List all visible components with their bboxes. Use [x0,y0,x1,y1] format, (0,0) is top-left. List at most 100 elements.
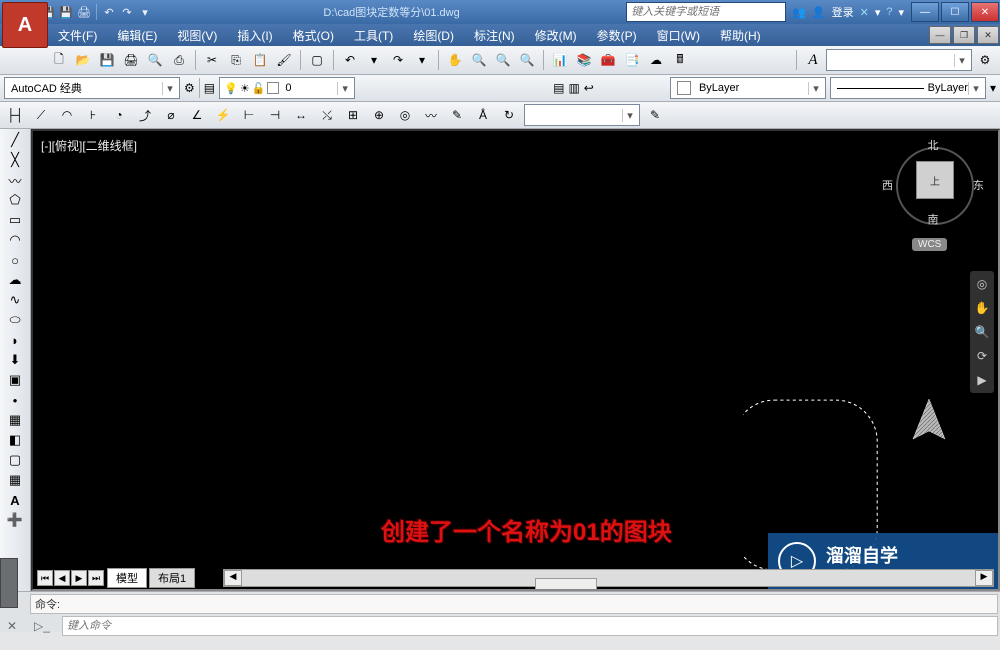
nav-pan-icon[interactable]: ✋ [973,299,991,317]
color-combo[interactable]: ByLayer▾ [670,77,826,99]
wcs-badge[interactable]: WCS [912,238,947,251]
undo2-icon[interactable]: ↶ [339,49,361,71]
cut-icon[interactable]: ✂ [201,49,223,71]
viewcube-top[interactable]: 上 [916,161,954,199]
dim-radius-icon[interactable]: ◔ [108,105,130,125]
menu-draw[interactable]: 绘图(D) [403,27,464,44]
xline-tool-icon[interactable]: ╳ [5,151,25,169]
dim-ord-icon[interactable]: ⊦ [82,105,104,125]
layer-prop-icon[interactable]: ▤ [204,81,215,95]
textstyle-combo[interactable]: ▾ [826,49,972,71]
menu-dim[interactable]: 标注(N) [464,27,525,44]
mtext-tool-icon[interactable]: A [5,491,25,509]
more-qat-icon[interactable]: ▾ [137,4,153,20]
rect-tool-icon[interactable]: ▭ [5,211,25,229]
insert-tool-icon[interactable]: ⬇ [5,351,25,369]
layer-prev-icon[interactable]: ↩ [584,81,594,95]
nav-showmotion-icon[interactable]: ▶ [973,371,991,389]
pan-icon[interactable]: ✋ [444,49,466,71]
redo-list-icon[interactable]: ▾ [411,49,433,71]
dim-break-icon[interactable]: ⤯ [316,105,338,125]
tab-layout1[interactable]: 布局1 [149,568,195,588]
minimize-button[interactable]: — [911,2,939,22]
revcloud-tool-icon[interactable]: ☁ [5,271,25,289]
menu-param[interactable]: 参数(P) [587,27,647,44]
sign-in-icon[interactable]: 👥 [792,6,806,19]
point-tool-icon[interactable]: • [5,391,25,409]
drawing-canvas[interactable]: [-][俯视][二维线框] 北 南 西 东 上 WCS ◎ ✋ 🔍 ⟳ ▶ [31,129,1000,591]
layer-combo[interactable]: 💡 ☀ 🔓 0▾ [219,77,355,99]
dim-jog-icon[interactable]: ⤴ [134,105,156,125]
ssm-icon[interactable]: 📑 [621,49,643,71]
dim-arc-icon[interactable]: ◠ [56,105,78,125]
markup-icon[interactable]: ☁ [645,49,667,71]
dim-cont-icon[interactable]: ⊣ [264,105,286,125]
menu-file[interactable]: 文件(F) [48,27,107,44]
menu-format[interactable]: 格式(O) [283,27,344,44]
doc-restore-button[interactable]: ❐ [953,26,975,44]
menu-tools[interactable]: 工具(T) [344,27,403,44]
nav-orbit-icon[interactable]: ⟳ [973,347,991,365]
addsel-tool-icon[interactable]: ➕ [5,511,25,529]
dimupdate-icon[interactable]: ↻ [498,105,520,125]
doc-close-button[interactable]: ✕ [977,26,999,44]
prop-icon[interactable]: 📊 [549,49,571,71]
menu-view[interactable]: 视图(V) [167,27,227,44]
viewport-label[interactable]: [-][俯视][二维线框] [41,137,137,154]
user-icon[interactable]: 👤 [812,6,826,19]
textstyle-icon[interactable]: A [802,49,824,71]
block-ed-icon[interactable]: ▢ [306,49,328,71]
table-tool-icon[interactable]: ▦ [5,471,25,489]
dim-space-icon[interactable]: ↔ [290,105,312,125]
ellarc-tool-icon[interactable]: ◗ [5,331,25,349]
help-search-input[interactable] [626,2,786,22]
layer-iso-icon[interactable]: ▥ [568,81,579,95]
dimtedit-icon[interactable]: Å [472,105,494,125]
layer-state-icon[interactable]: ▤ [553,81,564,95]
app-logo[interactable]: A [2,2,48,48]
workspace-combo[interactable]: AutoCAD 经典▾ [4,77,180,99]
zoom-prev-icon[interactable]: 🔍 [516,49,538,71]
tab-prev-icon[interactable]: ◀ [54,570,70,586]
cmd-close-icon[interactable]: ✕ [2,619,22,633]
paste-icon[interactable]: 📋 [249,49,271,71]
dc-icon[interactable]: 📚 [573,49,595,71]
expand-icon[interactable]: ▾ [875,6,881,19]
copy-icon[interactable]: ⎘ [225,49,247,71]
gradient-tool-icon[interactable]: ◧ [5,431,25,449]
scroll-left-icon[interactable]: ◀ [224,570,242,586]
block-tool-icon[interactable]: ▣ [5,371,25,389]
arc-tool-icon[interactable]: ◠ [5,231,25,249]
menu-insert[interactable]: 插入(I) [227,27,282,44]
viewcube-west[interactable]: 西 [882,177,893,193]
dim-dia-icon[interactable]: ⌀ [160,105,182,125]
inspect-icon[interactable]: ◎ [394,105,416,125]
dim-linear-icon[interactable]: ├┤ [4,105,26,125]
line-tool-icon[interactable]: ╱ [5,131,25,149]
preview-icon[interactable]: 🔍 [144,49,166,71]
tab-model[interactable]: 模型 [107,568,147,588]
nav-zoom-icon[interactable]: 🔍 [973,323,991,341]
lw-icon[interactable]: ▾ [990,81,996,95]
ts-manage-icon[interactable]: ⚙ [974,49,996,71]
zoom-rt-icon[interactable]: 🔍 [468,49,490,71]
scroll-right-icon[interactable]: ▶ [975,570,993,586]
dim-base-icon[interactable]: ⊢ [238,105,260,125]
publish-icon[interactable]: ⎙ [168,49,190,71]
tool-palette-tab[interactable] [0,558,18,608]
tab-next-icon[interactable]: ▶ [71,570,87,586]
tp-icon[interactable]: 🧰 [597,49,619,71]
viewcube-north[interactable]: 北 [888,137,978,153]
saveas-icon[interactable]: 💾 [58,4,74,20]
plot2-icon[interactable]: 🖨 [120,49,142,71]
dim-quick-icon[interactable]: ⚡ [212,105,234,125]
maximize-button[interactable]: ☐ [941,2,969,22]
dim-aligned-icon[interactable]: ⟋ [30,105,52,125]
open2-icon[interactable]: 📂 [72,49,94,71]
help-icon[interactable]: ? [886,6,892,18]
viewcube-south[interactable]: 南 [888,211,978,227]
menu-window[interactable]: 窗口(W) [647,27,710,44]
menu-help[interactable]: 帮助(H) [710,27,771,44]
region-tool-icon[interactable]: ▢ [5,451,25,469]
viewcube-east[interactable]: 东 [973,177,984,193]
